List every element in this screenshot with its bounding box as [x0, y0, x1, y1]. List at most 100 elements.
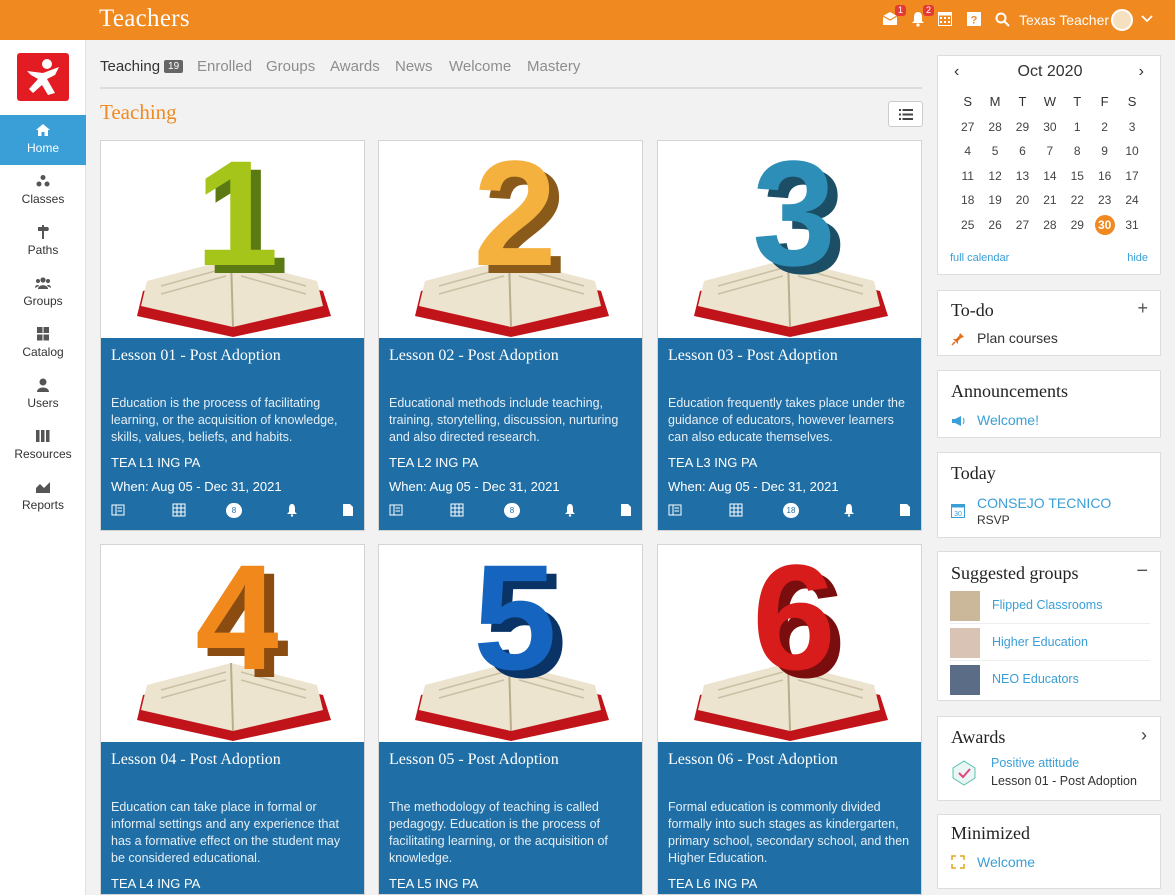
course-title[interactable]: Lesson 04 - Post Adoption: [111, 751, 281, 769]
calendar-day[interactable]: 12: [981, 164, 1008, 189]
course-image[interactable]: 33: [658, 141, 921, 338]
group-row[interactable]: Flipped Classrooms: [950, 588, 1150, 624]
tab-mastery[interactable]: Mastery: [527, 58, 580, 75]
calendar-day[interactable]: 10: [1118, 139, 1145, 164]
sidebar-item-reports[interactable]: Reports: [0, 472, 86, 522]
calendar-day[interactable]: 30: [1036, 115, 1063, 140]
group-row[interactable]: NEO Educators: [950, 662, 1150, 698]
course-card[interactable]: 2 2 Lesson 02 - Post Adoption Educational m…: [378, 140, 643, 531]
course-card[interactable]: 3 3 Lesson 03 - Post Adoption Education fre…: [657, 140, 922, 531]
gradebook-icon[interactable]: [111, 503, 125, 517]
course-card[interactable]: 1 1 Lesson 01 - Post Adoption Education is …: [100, 140, 365, 531]
calendar-day[interactable]: 15: [1064, 164, 1091, 189]
course-title[interactable]: Lesson 02 - Post Adoption: [389, 347, 559, 365]
sidebar-item-classes[interactable]: Classes: [0, 166, 86, 216]
calendar-day[interactable]: 3: [1118, 115, 1145, 140]
calendar-day[interactable]: 28: [981, 115, 1008, 140]
calendar-grid-icon[interactable]: [729, 503, 743, 517]
sidebar-item-home[interactable]: Home: [0, 115, 86, 165]
calendar-day[interactable]: 14: [1036, 164, 1063, 189]
calendar-day[interactable]: 7: [1036, 139, 1063, 164]
tab-awards[interactable]: Awards: [330, 58, 380, 75]
course-image[interactable]: 55: [379, 545, 642, 742]
add-todo-icon[interactable]: +: [1137, 298, 1148, 319]
notifications-icon[interactable]: 2: [909, 5, 934, 28]
notifications-bell-icon[interactable]: [842, 503, 856, 517]
full-calendar-link[interactable]: full calendar: [950, 252, 1009, 264]
calendar-day[interactable]: 13: [1009, 164, 1036, 189]
gradebook-icon[interactable]: [668, 503, 682, 517]
calendar-day[interactable]: 4: [954, 139, 981, 164]
calendar-day[interactable]: 8: [1064, 139, 1091, 164]
tab-news[interactable]: News: [395, 58, 433, 75]
group-name[interactable]: Flipped Classrooms: [992, 598, 1102, 612]
award-name[interactable]: Positive attitude: [991, 756, 1079, 770]
calendar-day[interactable]: 29: [1009, 115, 1036, 140]
notifications-bell-icon[interactable]: [563, 503, 577, 517]
messages-icon[interactable]: 1: [881, 5, 906, 28]
chevron-right-icon[interactable]: ›: [1139, 63, 1144, 81]
count-badge[interactable]: 8: [504, 503, 520, 518]
calendar-day[interactable]: 16: [1091, 164, 1118, 189]
course-title[interactable]: Lesson 03 - Post Adoption: [668, 347, 838, 365]
list-view-button[interactable]: [888, 101, 923, 127]
calendar-day[interactable]: 26: [981, 213, 1008, 238]
course-card[interactable]: 4 4 Lesson 04 - Post Adoption Education can…: [100, 544, 365, 895]
calendar-day[interactable]: 21: [1036, 188, 1063, 213]
announcement-link[interactable]: Welcome!: [977, 412, 1039, 428]
calendar-day[interactable]: 23: [1091, 188, 1118, 213]
calendar-day[interactable]: 27: [1009, 213, 1036, 238]
chevron-right-icon[interactable]: ›: [1141, 725, 1147, 746]
help-icon[interactable]: ?: [965, 10, 983, 28]
course-title[interactable]: Lesson 01 - Post Adoption: [111, 347, 281, 365]
course-image[interactable]: 44: [101, 545, 364, 742]
rsvp-label[interactable]: RSVP: [977, 513, 1010, 527]
sidebar-item-groups[interactable]: Groups: [0, 268, 86, 318]
calendar-day[interactable]: 6: [1009, 139, 1036, 164]
sidebar-item-catalog[interactable]: Catalog: [0, 319, 86, 369]
todo-item[interactable]: Plan courses: [977, 330, 1058, 346]
tab-groups[interactable]: Groups: [266, 58, 315, 75]
count-badge[interactable]: 18: [783, 503, 799, 518]
calendar-day[interactable]: 11: [954, 164, 981, 189]
group-name[interactable]: NEO Educators: [992, 672, 1079, 686]
group-row[interactable]: Higher Education: [950, 625, 1150, 661]
calendar-day[interactable]: 1: [1064, 115, 1091, 140]
calendar-day[interactable]: 28: [1036, 213, 1063, 238]
calendar-day[interactable]: 20: [1009, 188, 1036, 213]
sidebar-item-users[interactable]: Users: [0, 370, 86, 420]
event-link[interactable]: CONSEJO TECNICO: [977, 495, 1111, 511]
minimized-item[interactable]: Welcome: [977, 854, 1035, 870]
calendar-day[interactable]: 24: [1118, 188, 1145, 213]
calendar-day[interactable]: 9: [1091, 139, 1118, 164]
calendar-day[interactable]: 19: [981, 188, 1008, 213]
document-icon[interactable]: [898, 503, 912, 517]
calendar-icon[interactable]: [936, 10, 954, 28]
calendar-day-today[interactable]: 30: [1091, 213, 1118, 238]
avatar[interactable]: [1111, 9, 1133, 31]
chevron-down-icon[interactable]: [1141, 11, 1153, 29]
group-name[interactable]: Higher Education: [992, 635, 1088, 649]
tab-teaching[interactable]: Teaching 19: [100, 58, 184, 75]
course-card[interactable]: 6 6 Lesson 06 - Post Adoption Formal educat…: [657, 544, 922, 895]
calendar-day[interactable]: 25: [954, 213, 981, 238]
count-badge[interactable]: 8: [226, 503, 242, 518]
calendar-day[interactable]: 17: [1118, 164, 1145, 189]
course-image[interactable]: 22: [379, 141, 642, 338]
search-icon[interactable]: [993, 10, 1011, 28]
course-image[interactable]: 66: [658, 545, 921, 742]
sidebar-item-resources[interactable]: Resources: [0, 421, 86, 471]
course-title[interactable]: Lesson 05 - Post Adoption: [389, 751, 559, 769]
calendar-day[interactable]: 29: [1064, 213, 1091, 238]
hide-calendar-link[interactable]: hide: [1127, 252, 1148, 264]
app-logo[interactable]: [17, 53, 69, 101]
document-icon[interactable]: [341, 503, 355, 517]
tab-welcome[interactable]: Welcome: [449, 58, 511, 75]
tab-enrolled[interactable]: Enrolled: [197, 58, 252, 75]
calendar-day[interactable]: 31: [1118, 213, 1145, 238]
minimize-icon[interactable]: −: [1136, 560, 1148, 583]
calendar-day[interactable]: 27: [954, 115, 981, 140]
notifications-bell-icon[interactable]: [285, 503, 299, 517]
document-icon[interactable]: [619, 503, 633, 517]
expand-icon[interactable]: [951, 855, 965, 869]
